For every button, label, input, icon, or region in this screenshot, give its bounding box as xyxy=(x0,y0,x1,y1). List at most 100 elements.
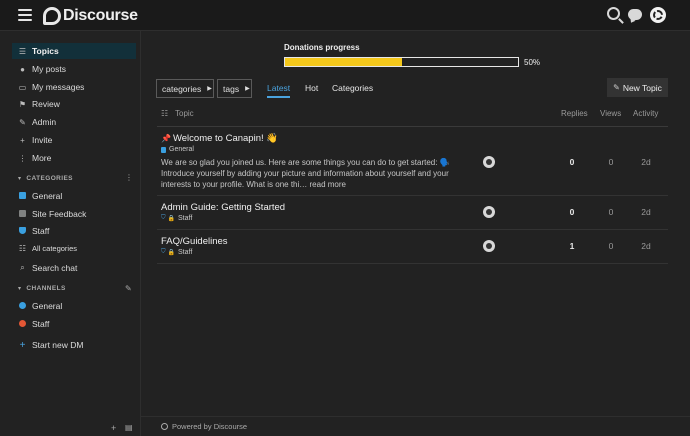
activity-time[interactable]: 2d xyxy=(631,241,661,251)
topic-title[interactable]: FAQ/Guidelines xyxy=(161,236,228,247)
wrench-icon: ✎ xyxy=(19,117,26,127)
pencil-icon[interactable]: ✎ xyxy=(125,284,132,293)
sidebar-category-staff[interactable]: Staff xyxy=(12,223,136,239)
sidebar-search-chat[interactable]: ⌕ Search chat xyxy=(12,260,136,276)
sidebar-item-label: General xyxy=(32,301,63,311)
views-column-header[interactable]: Views xyxy=(600,109,621,118)
row-divider xyxy=(157,263,668,264)
sidebar-item-my-posts[interactable]: ● My posts xyxy=(12,61,136,77)
sidebar-item-label: Invite xyxy=(32,135,53,145)
row-divider xyxy=(157,195,668,196)
footer-divider xyxy=(141,416,690,417)
main-content: Donations progress 50% categories ▶ tags… xyxy=(141,31,690,436)
categories-heading: CATEGORIES xyxy=(26,175,73,182)
sidebar-item-label: My messages xyxy=(32,82,85,92)
topic-column-header: Topic xyxy=(175,109,194,118)
activity-column-header[interactable]: Activity xyxy=(633,109,658,118)
discourse-logo-icon xyxy=(161,423,168,430)
new-topic-button[interactable]: ✎ New Topic xyxy=(607,78,668,97)
poster-avatar[interactable] xyxy=(483,206,495,218)
topic-title[interactable]: Admin Guide: Getting Started xyxy=(161,202,285,213)
chevron-down-icon: ▾ xyxy=(18,176,22,182)
search-icon[interactable] xyxy=(607,7,620,20)
tab-latest[interactable]: Latest xyxy=(267,83,291,98)
donations-title: Donations progress xyxy=(284,43,360,52)
sidebar-all-categories[interactable]: ☷ All categories xyxy=(12,240,136,256)
category-badge-icon xyxy=(18,209,27,219)
flag-icon: ⚑ xyxy=(18,99,27,109)
keyboard-icon[interactable]: ▤ xyxy=(125,423,133,432)
shield-icon: ⛉ xyxy=(161,215,166,221)
activity-time[interactable]: 2d xyxy=(631,157,661,167)
pen-square-icon: ✎ xyxy=(613,83,620,92)
avatar[interactable] xyxy=(650,7,666,23)
views-count: 0 xyxy=(608,207,614,217)
plus-icon: + xyxy=(19,339,26,351)
sidebar-item-invite[interactable]: + Invite xyxy=(12,132,136,148)
channels-section-header[interactable]: ▾ CHANNELS xyxy=(18,285,66,292)
layers-icon: ☰ xyxy=(18,46,27,56)
site-header: Discourse xyxy=(0,0,690,31)
sidebar-item-label: All categories xyxy=(32,243,78,253)
categories-dropdown[interactable]: categories ▶ xyxy=(156,79,214,98)
chat-icon[interactable] xyxy=(628,9,642,20)
topic-title-link[interactable]: 📌 Welcome to Canapin! 👋 xyxy=(161,133,278,144)
discourse-logo-icon xyxy=(43,7,61,25)
inbox-icon: ▭ xyxy=(18,82,27,92)
ellipsis-vertical-icon: ⋮ xyxy=(18,153,27,163)
replies-count: 1 xyxy=(569,241,575,251)
list-icon[interactable]: ☷ xyxy=(161,109,168,118)
tags-dropdown-label: tags xyxy=(223,83,240,94)
category-label: Staff xyxy=(178,215,193,222)
topic-excerpt[interactable]: We are so glad you joined us. Here are s… xyxy=(161,157,471,190)
category-badge[interactable]: General xyxy=(161,146,194,153)
site-logo[interactable]: Discourse xyxy=(43,6,138,26)
sidebar-item-admin[interactable]: ✎ Admin xyxy=(12,114,136,130)
tab-categories[interactable]: Categories xyxy=(332,83,373,93)
sidebar-start-dm[interactable]: + Start new DM xyxy=(12,337,136,353)
sidebar-item-more[interactable]: ⋮ More xyxy=(12,150,136,166)
tags-dropdown[interactable]: tags ▶ xyxy=(217,79,252,98)
shield-lock-icon xyxy=(18,226,27,236)
caret-right-icon: ▶ xyxy=(245,86,250,92)
logo-text: Discourse xyxy=(63,7,138,24)
poster-avatar[interactable] xyxy=(483,240,495,252)
shield-icon: ⛉ xyxy=(161,249,166,255)
list-icon: ☷ xyxy=(18,243,27,253)
lock-icon: 🔒 xyxy=(167,250,175,256)
sidebar-item-label: My posts xyxy=(32,64,67,74)
tab-hot[interactable]: Hot xyxy=(305,83,318,93)
category-label: General xyxy=(169,146,194,153)
sidebar-channel-staff[interactable]: Staff xyxy=(12,316,136,332)
hamburger-icon[interactable] xyxy=(18,9,32,21)
ellipsis-vertical-icon[interactable]: ⋮ xyxy=(125,173,133,182)
category-badge[interactable]: ⛉ 🔒 Staff xyxy=(161,215,192,222)
category-badge-icon xyxy=(18,191,27,201)
replies-column-header[interactable]: Replies xyxy=(561,109,588,118)
sidebar-item-review[interactable]: ⚑ Review xyxy=(12,96,136,112)
sidebar-item-label: Admin xyxy=(32,117,57,127)
search-icon: ⌕ xyxy=(20,263,25,272)
sidebar-item-label: Start new DM xyxy=(32,340,84,350)
sidebar-item-topics[interactable]: ☰ Topics xyxy=(12,43,136,59)
channels-heading: CHANNELS xyxy=(26,285,66,292)
sidebar-item-my-messages[interactable]: ▭ My messages xyxy=(12,79,136,95)
sidebar-channel-general[interactable]: General xyxy=(12,298,136,314)
table-header-divider xyxy=(157,126,668,127)
poster-avatar[interactable] xyxy=(483,156,495,168)
categories-section-header[interactable]: ▾ CATEGORIES xyxy=(18,175,73,182)
sidebar-category-general[interactable]: General xyxy=(12,188,136,204)
activity-time[interactable]: 2d xyxy=(631,207,661,217)
sidebar: ☰ Topics ● My posts ▭ My messages ⚑ Revi… xyxy=(0,31,141,436)
add-section-icon[interactable]: + xyxy=(111,423,116,433)
replies-count: 0 xyxy=(569,207,575,217)
category-badge[interactable]: ⛉ 🔒 Staff xyxy=(161,249,192,256)
replies-count: 0 xyxy=(569,157,575,167)
caret-right-icon: ▶ xyxy=(207,86,212,92)
sidebar-category-site-feedback[interactable]: Site Feedback xyxy=(12,206,136,222)
sidebar-item-label: Site Feedback xyxy=(32,209,87,219)
sidebar-item-label: Review xyxy=(32,99,60,109)
sidebar-item-label: Staff xyxy=(32,319,50,329)
powered-by-link[interactable]: Powered by Discourse xyxy=(161,422,247,431)
category-color-icon xyxy=(161,146,166,153)
